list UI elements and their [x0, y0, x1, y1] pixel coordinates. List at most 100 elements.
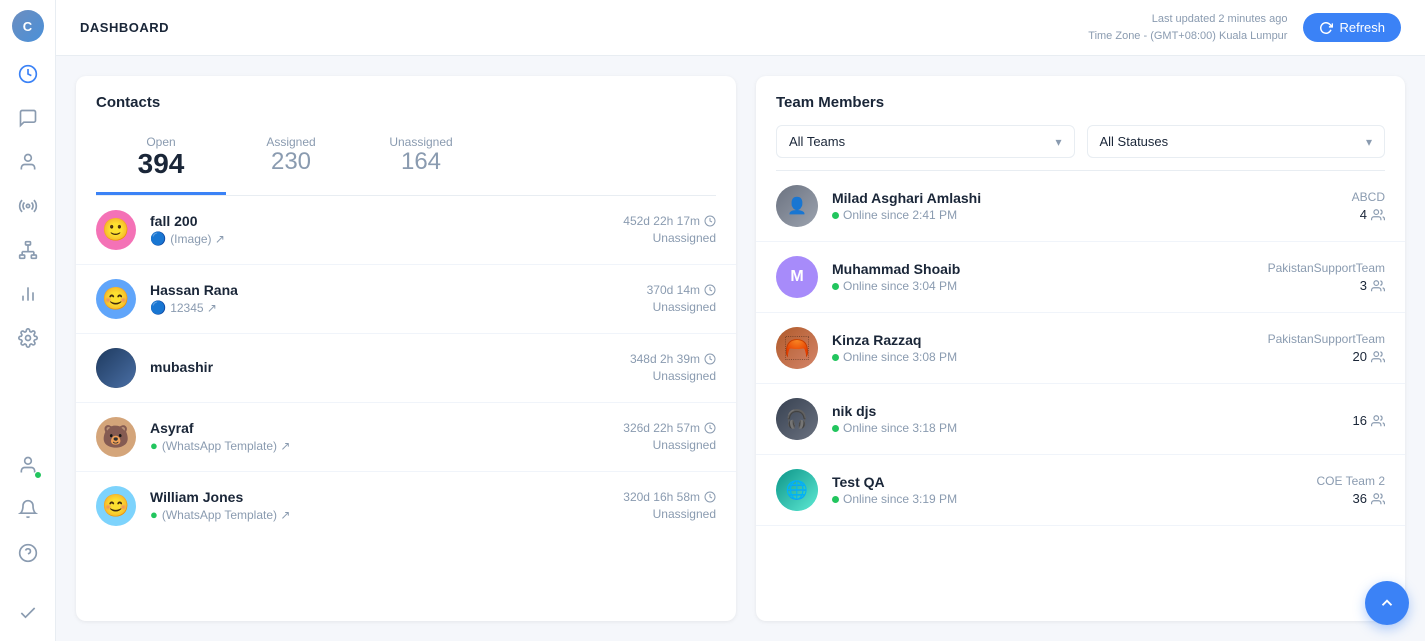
- sidebar-item-user-online[interactable]: [10, 447, 46, 483]
- sidebar-item-hierarchy[interactable]: [10, 232, 46, 268]
- last-updated-text: Last updated 2 minutes ago: [1088, 11, 1287, 28]
- header: DASHBOARD Last updated 2 minutes ago Tim…: [56, 0, 1425, 56]
- team-member-item[interactable]: 🎧 nik djs Online since 3:18 PM 16: [756, 384, 1405, 455]
- contacts-title: Contacts: [96, 94, 716, 111]
- filter-teams-select[interactable]: All Teams ▾: [776, 125, 1075, 158]
- contact-sub-text: (WhatsApp Template) ↗: [162, 508, 291, 522]
- filter-teams-label: All Teams: [789, 134, 845, 149]
- tab-open[interactable]: Open 394: [96, 125, 226, 195]
- member-name: Milad Asghari Amlashi: [832, 190, 1338, 206]
- sidebar-item-check[interactable]: [10, 595, 46, 631]
- contact-sub: 🔵 12345 ↗: [150, 300, 633, 316]
- content-area: Contacts Open 394 Assigned 230 Unassigne…: [56, 56, 1425, 641]
- contact-status: Unassigned: [630, 369, 716, 383]
- team-member-item[interactable]: 🌐 Test QA Online since 3:19 PM COE Team …: [756, 455, 1405, 526]
- contacts-list: 🙂 fall 200 🔵 (Image) ↗ 452d 22h 17m: [76, 196, 736, 621]
- tab-assigned[interactable]: Assigned 230: [226, 125, 356, 195]
- sidebar-item-contacts[interactable]: [10, 144, 46, 180]
- contact-item[interactable]: mubashir 348d 2h 39m Unassigned: [76, 334, 736, 403]
- team-member-item[interactable]: M Muhammad Shoaib Online since 3:04 PM P…: [756, 242, 1405, 313]
- member-name: Kinza Razzaq: [832, 332, 1254, 348]
- timezone-text: Time Zone - (GMT+08:00) Kuala Lumpur: [1088, 28, 1287, 45]
- member-status-text: Online since 3:04 PM: [843, 279, 957, 293]
- team-members-panel: Team Members All Teams ▾ All Statuses ▾: [756, 76, 1405, 621]
- contact-meta: 326d 22h 57m Unassigned: [623, 421, 716, 452]
- contact-time: 370d 14m: [647, 283, 716, 297]
- member-name: nik djs: [832, 403, 1339, 419]
- tab-assigned-label: Assigned: [250, 135, 332, 149]
- team-member-item[interactable]: 👤 Milad Asghari Amlashi Online since 2:4…: [756, 171, 1405, 242]
- member-info: Muhammad Shoaib Online since 3:04 PM: [832, 261, 1254, 293]
- contact-time: 326d 22h 57m: [623, 421, 716, 435]
- member-info: Kinza Razzaq Online since 3:08 PM: [832, 332, 1254, 364]
- main-area: DASHBOARD Last updated 2 minutes ago Tim…: [56, 0, 1425, 641]
- contact-info: William Jones ● (WhatsApp Template) ↗: [150, 489, 609, 522]
- filter-statuses-select[interactable]: All Statuses ▾: [1087, 125, 1386, 158]
- member-avatar: M: [776, 256, 818, 298]
- people-icon: [1371, 279, 1385, 293]
- contact-item[interactable]: 🙂 fall 200 🔵 (Image) ↗ 452d 22h 17m: [76, 196, 736, 265]
- member-status: Online since 2:41 PM: [832, 208, 1338, 222]
- people-icon: [1371, 208, 1385, 222]
- member-status: Online since 3:04 PM: [832, 279, 1254, 293]
- contact-sub: ● (WhatsApp Template) ↗: [150, 438, 609, 453]
- contact-time: 452d 22h 17m: [623, 214, 716, 228]
- member-avatar: 👤: [776, 185, 818, 227]
- contact-status: Unassigned: [623, 231, 716, 245]
- contact-info: Hassan Rana 🔵 12345 ↗: [150, 282, 633, 316]
- fab-button[interactable]: [1365, 581, 1409, 625]
- sidebar-item-settings[interactable]: [10, 320, 46, 356]
- member-avatar: 🌐: [776, 469, 818, 511]
- header-right: Last updated 2 minutes ago Time Zone - (…: [1088, 11, 1401, 44]
- sidebar-item-chat[interactable]: [10, 100, 46, 136]
- sidebar-item-broadcast[interactable]: [10, 188, 46, 224]
- contact-sub-text: (Image) ↗: [170, 232, 225, 246]
- refresh-button[interactable]: Refresh: [1303, 13, 1401, 42]
- contact-avatar: 🐻: [96, 417, 136, 457]
- contact-info: Asyraf ● (WhatsApp Template) ↗: [150, 420, 609, 453]
- sidebar-item-help[interactable]: [10, 535, 46, 571]
- tab-unassigned-label: Unassigned: [380, 135, 462, 149]
- contact-status: Unassigned: [623, 507, 716, 521]
- member-meta: ABCD 4: [1352, 190, 1385, 222]
- member-status: Online since 3:18 PM: [832, 421, 1339, 435]
- member-status: Online since 3:19 PM: [832, 492, 1303, 506]
- contact-avatar: 🙂: [96, 210, 136, 250]
- team-filters: All Teams ▾ All Statuses ▾: [776, 125, 1385, 158]
- sidebar-item-activity[interactable]: [10, 56, 46, 92]
- member-avatar: 🦰: [776, 327, 818, 369]
- contact-name: fall 200: [150, 213, 609, 229]
- contact-meta: 320d 16h 58m Unassigned: [623, 490, 716, 521]
- online-indicator: [832, 425, 839, 432]
- tab-unassigned[interactable]: Unassigned 164: [356, 125, 486, 195]
- contacts-header: Contacts Open 394 Assigned 230 Unassigne…: [76, 76, 736, 196]
- member-avatar: 🎧: [776, 398, 818, 440]
- contact-sub-text: 12345 ↗: [170, 301, 217, 315]
- contact-item[interactable]: 😊 Hassan Rana 🔵 12345 ↗ 370d 14m: [76, 265, 736, 334]
- tab-unassigned-value: 164: [380, 149, 462, 175]
- member-status-text: Online since 3:19 PM: [843, 492, 957, 506]
- online-indicator: [832, 212, 839, 219]
- team-member-item[interactable]: 🦰 Kinza Razzaq Online since 3:08 PM Paki…: [756, 313, 1405, 384]
- contact-status: Unassigned: [623, 438, 716, 452]
- member-count: 36: [1317, 491, 1385, 506]
- member-status-text: Online since 2:41 PM: [843, 208, 957, 222]
- sidebar-item-reports[interactable]: [10, 276, 46, 312]
- contact-avatar: 😊: [96, 279, 136, 319]
- member-name: Test QA: [832, 474, 1303, 490]
- member-status: Online since 3:08 PM: [832, 350, 1254, 364]
- contact-item[interactable]: 😊 William Jones ● (WhatsApp Template) ↗ …: [76, 472, 736, 540]
- contact-avatar: 😊: [96, 486, 136, 526]
- tab-open-value: 394: [120, 149, 202, 180]
- sidebar-logo[interactable]: C: [12, 10, 44, 42]
- people-icon: [1371, 414, 1385, 428]
- contact-name: Asyraf: [150, 420, 609, 436]
- member-count: 16: [1353, 413, 1385, 428]
- sidebar-item-bell[interactable]: [10, 491, 46, 527]
- contact-meta: 452d 22h 17m Unassigned: [623, 214, 716, 245]
- contacts-tabs: Open 394 Assigned 230 Unassigned 164: [96, 125, 716, 196]
- filter-statuses-arrow: ▾: [1366, 135, 1372, 149]
- member-team: COE Team 2: [1317, 474, 1385, 488]
- contact-info: fall 200 🔵 (Image) ↗: [150, 213, 609, 247]
- contact-item[interactable]: 🐻 Asyraf ● (WhatsApp Template) ↗ 326d 22…: [76, 403, 736, 472]
